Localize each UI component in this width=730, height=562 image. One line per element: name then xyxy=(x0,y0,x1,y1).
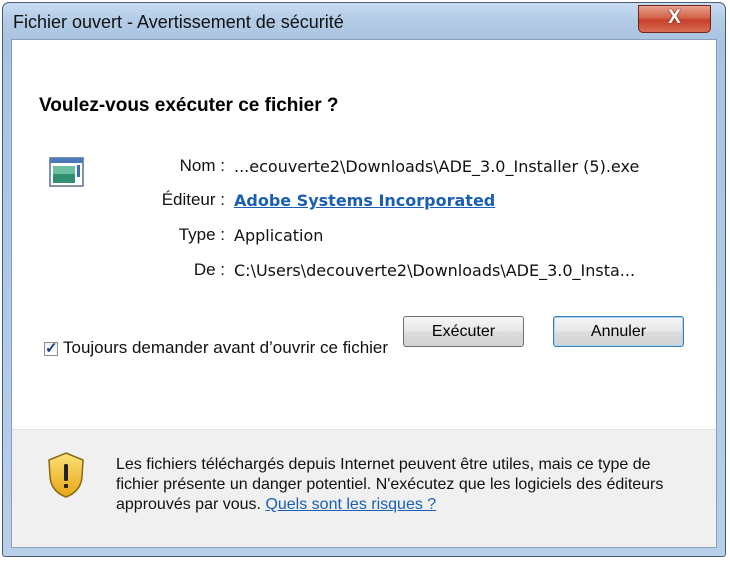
close-icon: X xyxy=(668,7,681,28)
from-value: C:\Users\decouverte2\Downloads\ADE_3.0_I… xyxy=(234,261,636,280)
risks-link[interactable]: Quels sont les risques ? xyxy=(265,496,436,513)
from-label: De : xyxy=(193,260,225,279)
cancel-button[interactable]: Annuler xyxy=(553,316,684,347)
warning-message: Les fichiers téléchargés depuis Internet… xyxy=(116,455,696,515)
always-ask-checkbox[interactable]: ✓ xyxy=(44,340,58,357)
name-value: ...ecouverte2\Downloads\ADE_3.0_Installe… xyxy=(234,157,640,176)
checkmark-icon: ✓ xyxy=(45,340,58,357)
publisher-link[interactable]: Adobe Systems Incorporated xyxy=(234,191,495,210)
shield-warning-icon xyxy=(48,452,84,498)
always-ask-label[interactable]: Toujours demander avant d’ouvrir ce fich… xyxy=(63,338,388,358)
name-label: Nom : xyxy=(179,156,225,175)
run-button[interactable]: Exécuter xyxy=(403,316,524,347)
close-button[interactable]: X xyxy=(638,5,711,33)
type-value: Application xyxy=(234,226,324,245)
security-warning-dialog: Fichier ouvert - Avertissement de sécuri… xyxy=(2,2,726,557)
publisher-label: Éditeur : xyxy=(161,190,225,209)
window-title: Fichier ouvert - Avertissement de sécuri… xyxy=(13,12,344,32)
dialog-question: Voulez-vous exécuter ce fichier ? xyxy=(39,95,339,116)
type-label: Type : xyxy=(178,225,225,244)
